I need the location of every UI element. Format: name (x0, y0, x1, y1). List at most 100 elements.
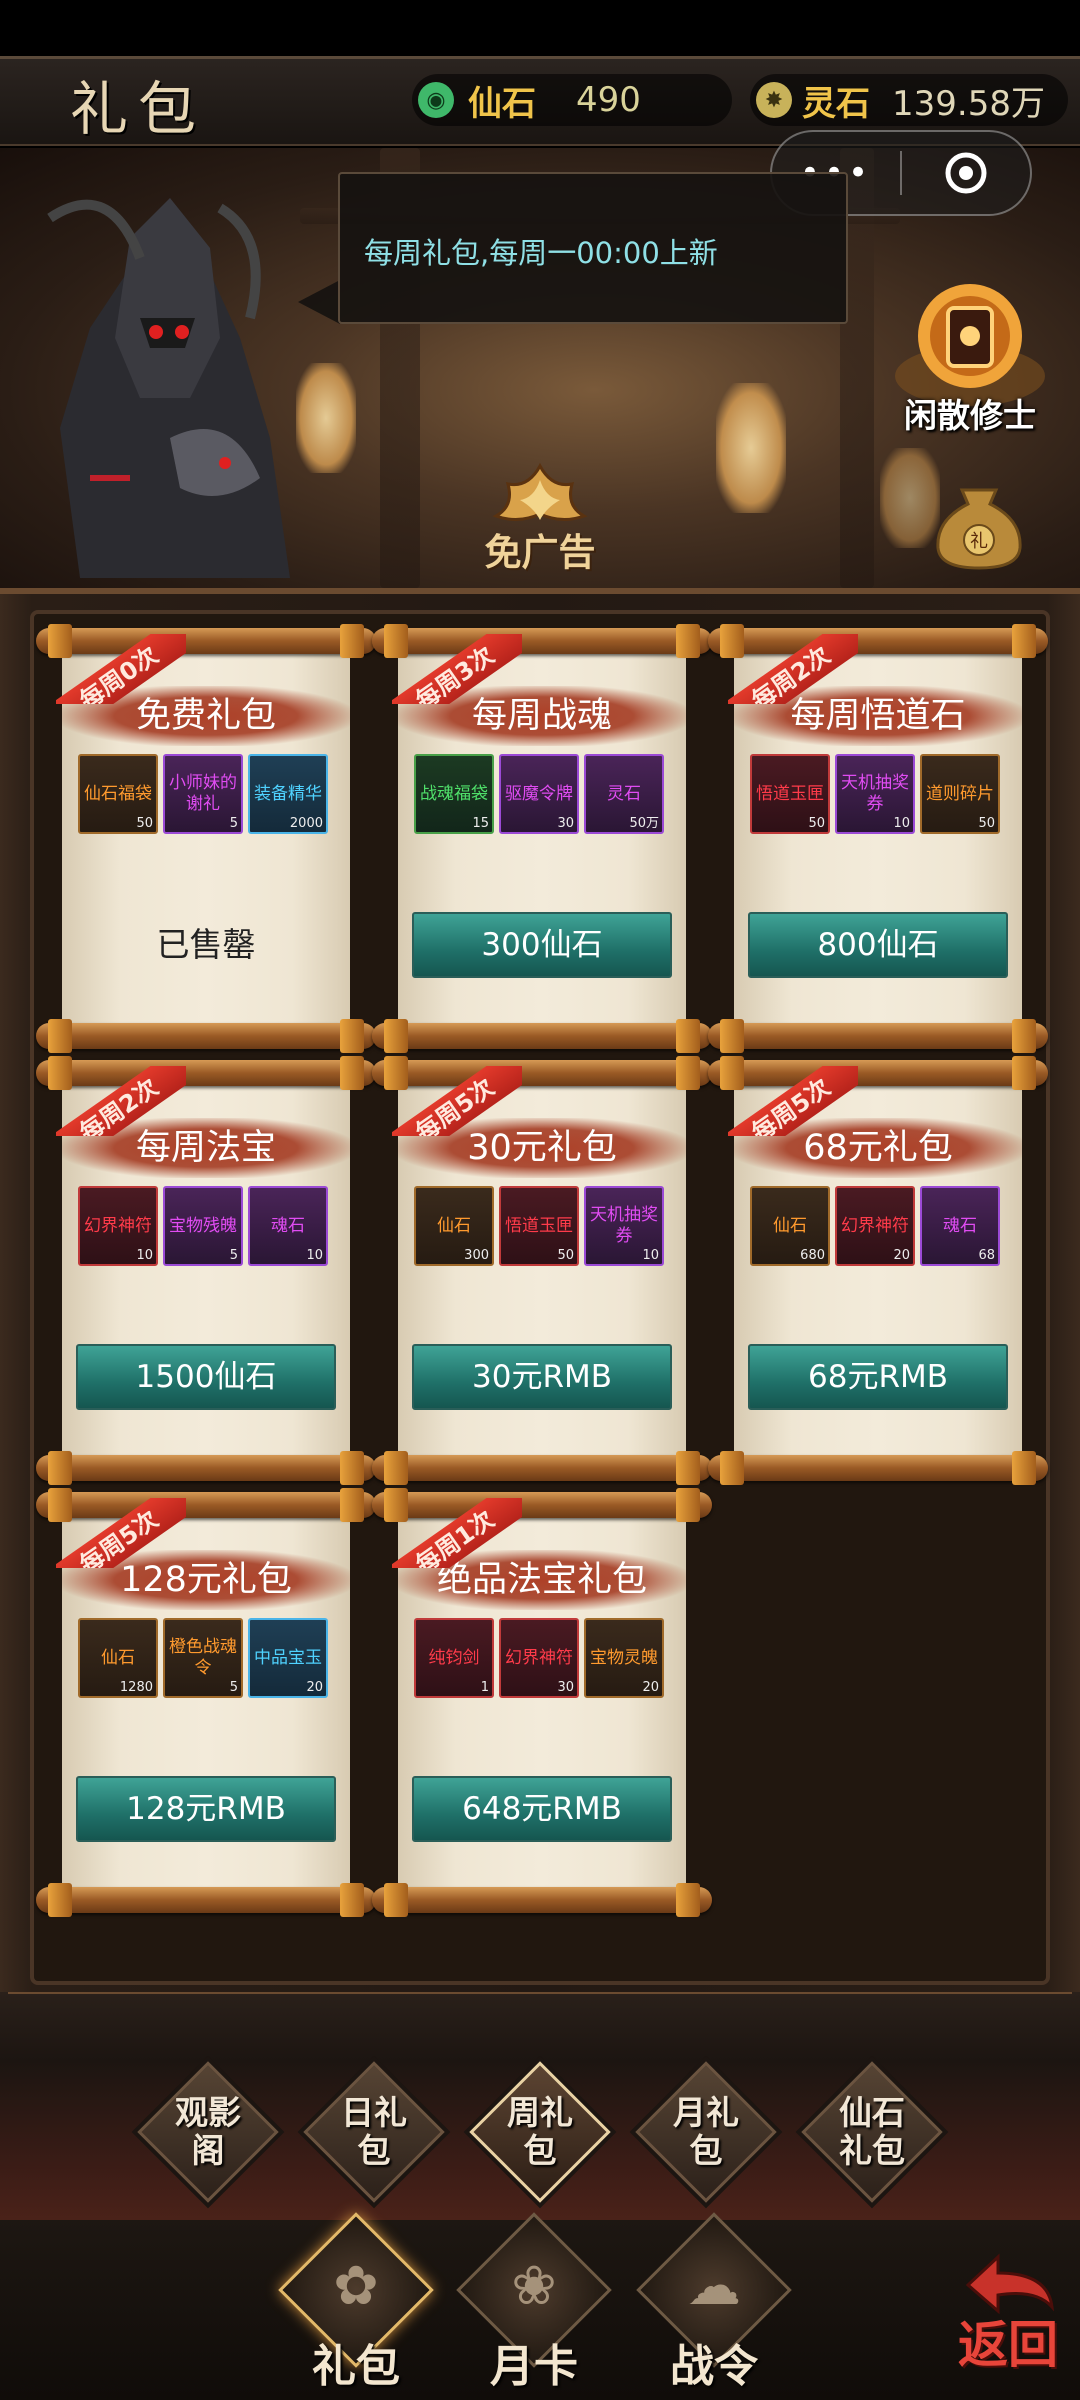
purchase-limit-text: 每周0次 (56, 634, 186, 704)
reward-item-count: 10 (136, 1248, 153, 1263)
scroll-rod-bottom (36, 1883, 376, 1917)
currency-jade: ◉ 仙石 490 (412, 74, 732, 126)
reward-item[interactable]: 悟道玉匣 50 (499, 1186, 579, 1266)
lotus-flame-icon: ❀ (511, 2253, 557, 2317)
bottom-nav-item[interactable]: ❀ 月卡 (444, 2212, 624, 2395)
reward-item-count: 50 (557, 1248, 574, 1263)
jade-coin-icon: ◉ (418, 82, 454, 118)
reward-item-name: 宝物残魄 (169, 1215, 237, 1236)
bottom-nav-item[interactable]: ☁ 战令 (624, 2212, 804, 2395)
buy-button[interactable]: 648元RMB (412, 1776, 672, 1842)
reward-item-count: 5 (229, 1680, 238, 1695)
reward-item[interactable]: 天机抽奖券 10 (835, 754, 915, 834)
reward-item[interactable]: 道则碎片 50 (920, 754, 1000, 834)
reward-item-count: 30 (557, 1680, 574, 1695)
reward-item-name: 驱魔令牌 (505, 783, 573, 804)
purchase-limit-ribbon: 每周5次 (56, 1498, 186, 1568)
buy-button[interactable]: 1500仙石 (76, 1344, 336, 1410)
buy-button[interactable]: 30元RMB (412, 1344, 672, 1410)
reward-item-count: 50 (978, 816, 995, 831)
back-label: 返回 (958, 2315, 1058, 2374)
reward-item-name: 纯钧剑 (428, 1647, 480, 1668)
buy-button[interactable]: 68元RMB (748, 1344, 1008, 1410)
purchase-limit-ribbon: 每周5次 (728, 1066, 858, 1136)
tab-label: 日礼包 (341, 2093, 407, 2170)
reward-item-name: 魂石 (943, 1215, 977, 1236)
purchase-limit-text: 每周2次 (56, 1066, 186, 1136)
reward-item[interactable]: 魂石 10 (248, 1186, 328, 1266)
reward-items: 战魂福袋 15 驱魔令牌 30 灵石 50万 (414, 754, 670, 836)
reward-item-count: 30 (557, 816, 574, 831)
reward-item[interactable]: 中品宝玉 20 (248, 1618, 328, 1698)
purchase-limit-ribbon: 每周3次 (392, 634, 522, 704)
gift-card: 每周悟道石 每周2次 悟道玉匣 50 天机抽奖券 10 道则碎片 50 800仙… (708, 624, 1048, 1053)
category-tab[interactable]: 观影阁 (137, 2061, 279, 2203)
reward-item-name: 天机抽奖券 (590, 1205, 658, 1246)
purchase-limit-ribbon: 每周2次 (728, 634, 858, 704)
reward-item-name: 魂石 (271, 1215, 305, 1236)
reward-item[interactable]: 幻界神符 10 (78, 1186, 158, 1266)
bottom-nav-item[interactable]: ✿ 礼包 (266, 2212, 446, 2395)
reward-item-name: 仙石 (773, 1215, 807, 1236)
reward-item[interactable]: 小师妹的谢礼 5 (163, 754, 243, 834)
reward-item[interactable]: 仙石福袋 50 (78, 754, 158, 834)
reward-item-count: 50万 (629, 816, 659, 831)
category-tab[interactable]: 月礼包 (635, 2061, 777, 2203)
back-button[interactable]: 返回 (948, 2245, 1068, 2375)
category-tab[interactable]: 周礼包 (469, 2061, 611, 2203)
reward-item-name: 幻界神符 (841, 1215, 909, 1236)
reward-item[interactable]: 宝物残魄 5 (163, 1186, 243, 1266)
reward-item[interactable]: 仙石 1280 (78, 1618, 158, 1698)
reward-item-count: 10 (306, 1248, 323, 1263)
reward-item[interactable]: 宝物灵魄 20 (584, 1618, 664, 1698)
tab-label: 周礼包 (507, 2093, 573, 2170)
reward-item-count: 680 (800, 1248, 825, 1263)
purchase-limit-text: 每周1次 (392, 1498, 522, 1568)
reward-item-name: 战魂福袋 (420, 783, 488, 804)
purchase-limit-text: 每周2次 (728, 634, 858, 704)
reward-items: 仙石福袋 50 小师妹的谢礼 5 装备精华 2000 (78, 754, 334, 836)
close-mini-program-button[interactable] (902, 149, 1030, 197)
svg-text:礼: 礼 (970, 531, 988, 552)
reward-item[interactable]: 橙色战魂令 5 (163, 1618, 243, 1698)
reward-item-count: 10 (642, 1248, 659, 1263)
buy-button[interactable]: 300仙石 (412, 912, 672, 978)
reward-item[interactable]: 仙石 300 (414, 1186, 494, 1266)
idle-cultivator-label[interactable]: 闲散修士 (890, 389, 1050, 437)
reward-item-name: 橙色战魂令 (169, 1637, 237, 1678)
reward-item[interactable]: 悟道玉匣 50 (750, 754, 830, 834)
reward-item-count: 15 (472, 816, 489, 831)
nav-label: 战令 (670, 2341, 758, 2392)
target-icon (945, 152, 987, 194)
reward-items: 仙石 300 悟道玉匣 50 天机抽奖券 10 (414, 1186, 670, 1268)
reward-item[interactable]: 装备精华 2000 (248, 754, 328, 834)
notice-bubble: 每周礼包,每周一00:00上新 (338, 172, 848, 324)
reward-item-count: 50 (136, 816, 153, 831)
reward-item[interactable]: 纯钧剑 1 (414, 1618, 494, 1698)
tab-label: 仙石 礼包 (839, 2093, 905, 2170)
gift-bag-icon[interactable]: 礼 (932, 470, 1026, 570)
buy-button[interactable]: 800仙石 (748, 912, 1008, 978)
category-tab[interactable]: 仙石 礼包 (801, 2061, 943, 2203)
gift-card: 免费礼包 每周0次 仙石福袋 50 小师妹的谢礼 5 装备精华 2000 已售罄 (36, 624, 376, 1053)
reward-item-count: 50 (808, 816, 825, 831)
reward-item[interactable]: 幻界神符 30 (499, 1618, 579, 1698)
reward-item-count: 20 (642, 1680, 659, 1695)
reward-item[interactable]: 仙石 680 (750, 1186, 830, 1266)
category-tab[interactable]: 日礼包 (303, 2061, 445, 2203)
reward-item[interactable]: 魂石 68 (920, 1186, 1000, 1266)
no-ad-label[interactable]: 免广告 (478, 522, 602, 576)
reward-item[interactable]: 幻界神符 20 (835, 1186, 915, 1266)
reward-items: 悟道玉匣 50 天机抽奖券 10 道则碎片 50 (750, 754, 1006, 836)
purchase-limit-ribbon: 每周2次 (56, 1066, 186, 1136)
reward-item[interactable]: 灵石 50万 (584, 754, 664, 834)
reward-item-count: 2000 (289, 816, 323, 831)
reward-item[interactable]: 驱魔令牌 30 (499, 754, 579, 834)
reward-item-name: 天机抽奖券 (841, 773, 909, 814)
spirit-stone-icon: ✸ (756, 82, 792, 118)
reward-item[interactable]: 战魂福袋 15 (414, 754, 494, 834)
buy-button[interactable]: 128元RMB (76, 1776, 336, 1842)
reward-item[interactable]: 天机抽奖券 10 (584, 1186, 664, 1266)
currency-name: 灵石 (802, 83, 870, 124)
purchase-limit-text: 每周3次 (392, 634, 522, 704)
